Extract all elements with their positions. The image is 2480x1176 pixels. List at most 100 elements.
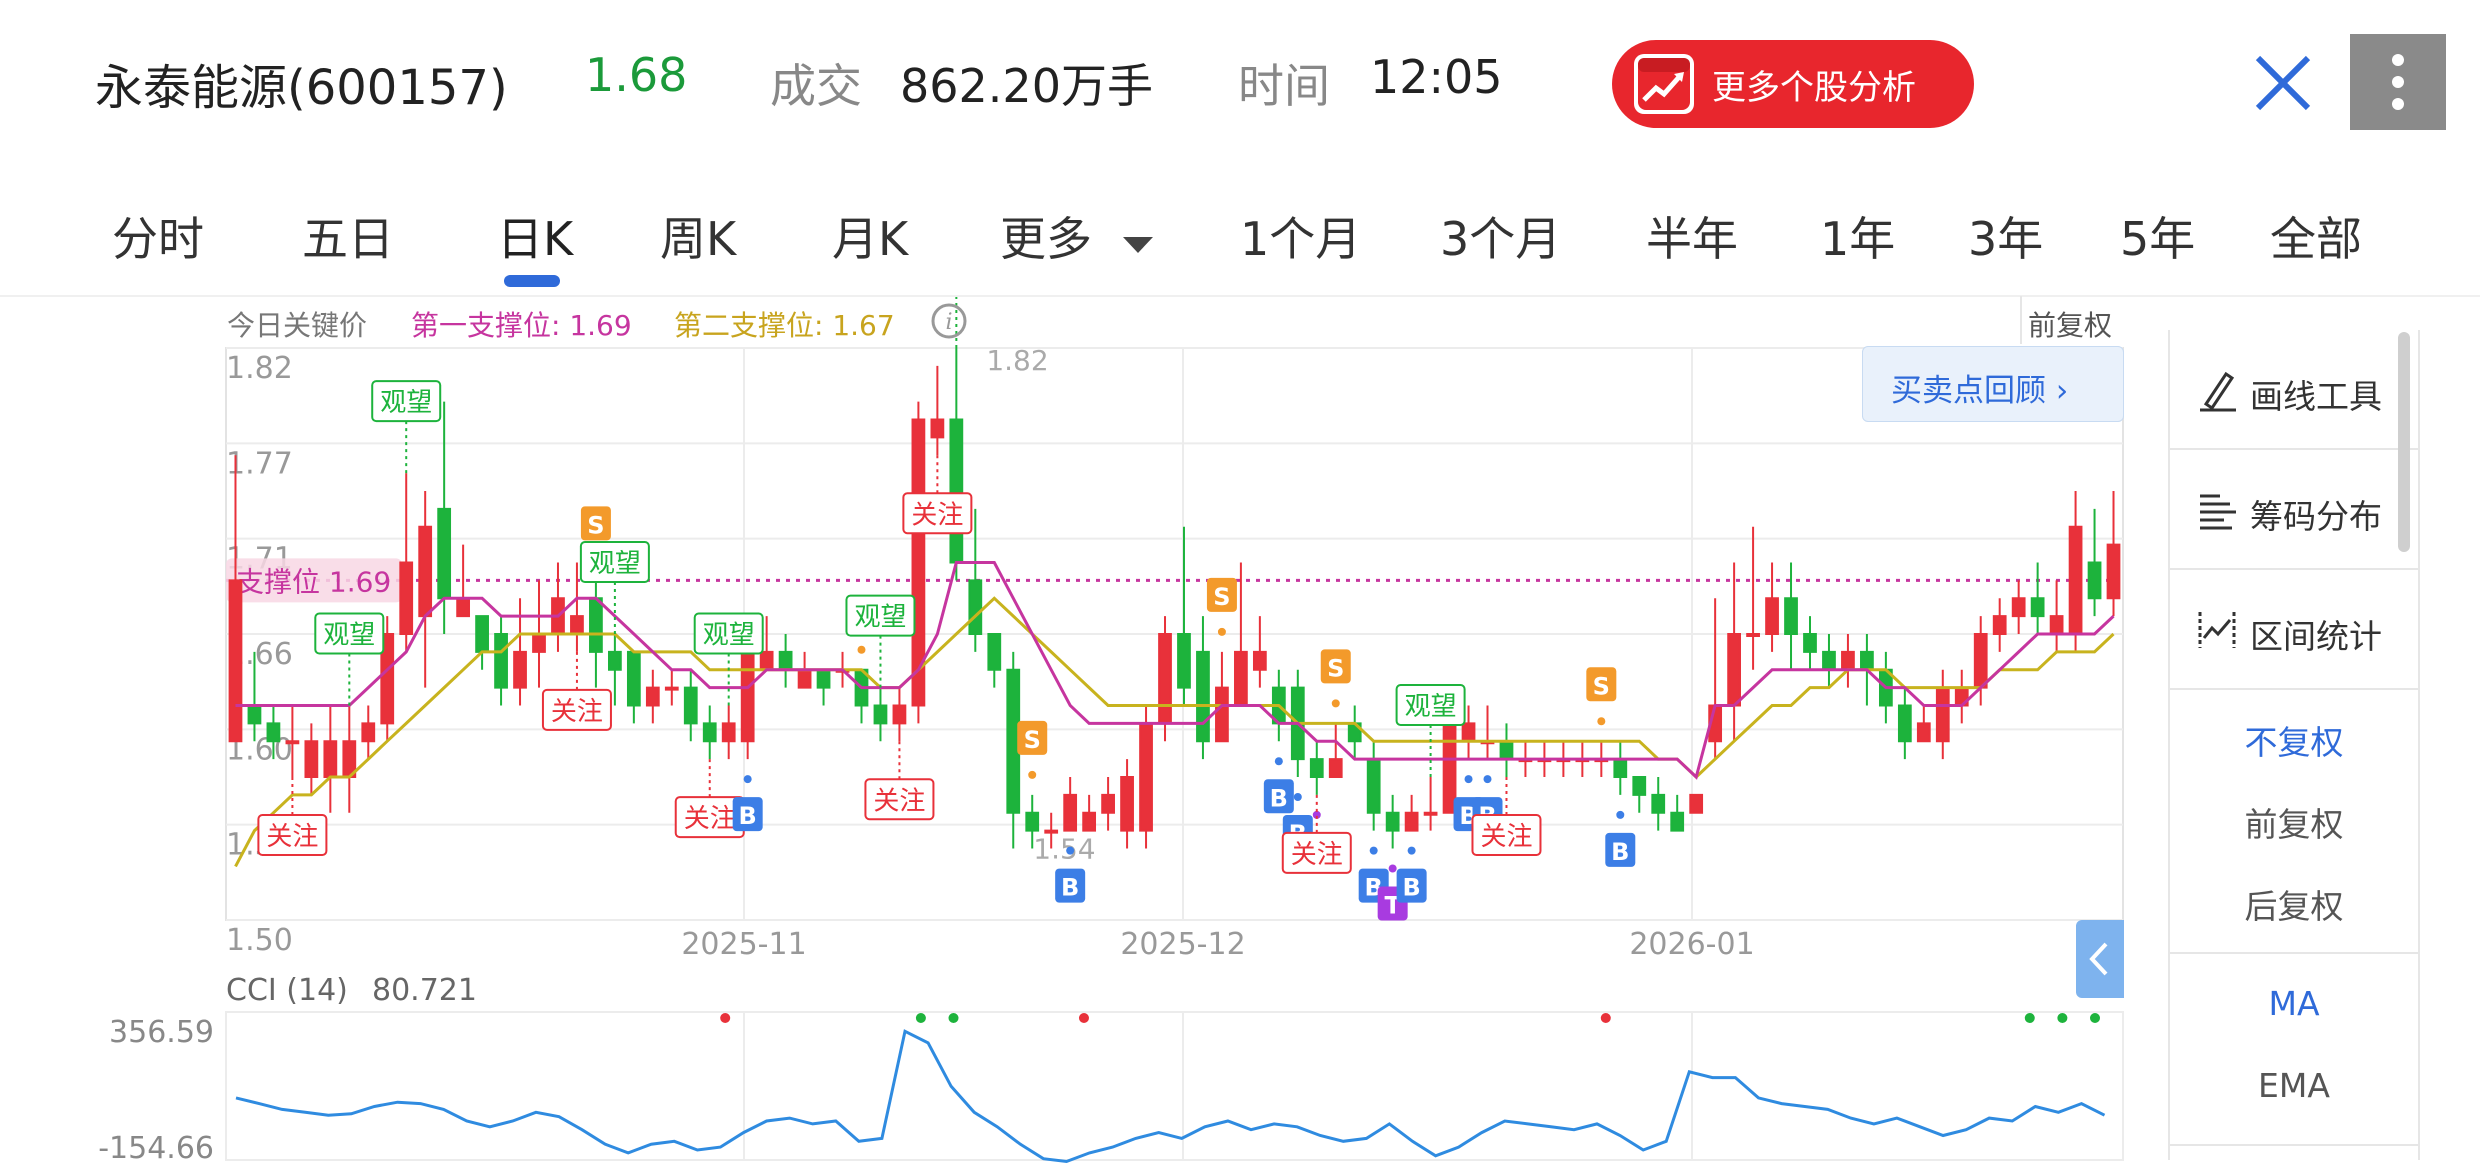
tab-monthly-k[interactable]: 月K — [832, 203, 908, 269]
candle-body — [1234, 650, 1248, 707]
signal-dot — [1597, 717, 1606, 726]
candle-body — [1916, 722, 1931, 743]
tab-five-day[interactable]: 五日 — [302, 203, 394, 269]
cci-label: CCI (14) — [226, 973, 348, 1008]
candle-body — [475, 615, 489, 653]
adjust-mode-label[interactable]: 前复权 — [2028, 304, 2112, 344]
signal-label: B — [1402, 874, 1420, 902]
candle-body — [664, 686, 679, 691]
signal-dot — [1407, 846, 1416, 855]
candle-body — [1139, 722, 1153, 832]
cci-signal-dot — [720, 1013, 731, 1023]
ma-indicator-option[interactable]: MA — [2170, 984, 2418, 1023]
ma-line-yellow — [234, 596, 2115, 868]
candle-body — [1196, 650, 1210, 743]
candle-body — [626, 650, 641, 707]
candle-body — [816, 668, 831, 689]
more-options-icon[interactable] — [2350, 34, 2446, 130]
focus-marker-label: 关注 — [873, 786, 925, 816]
candle-body — [1689, 793, 1704, 814]
cci-signal-dot — [2024, 1013, 2035, 1023]
tab-3-years[interactable]: 3年 — [1968, 203, 2043, 269]
current-price: 1.68 — [585, 48, 688, 102]
tab-5-years[interactable]: 5年 — [2120, 203, 2195, 269]
candle-body — [1063, 793, 1078, 832]
stock-name: 永泰能源(600157) — [95, 60, 508, 116]
forward-adjust-option[interactable]: 前复权 — [2170, 798, 2418, 846]
promo-label: 更多个股分析 — [1712, 68, 1916, 108]
chip-distribution-icon — [2200, 494, 2236, 530]
candle-body — [228, 579, 243, 743]
x-tick-label: 2025-12 — [1120, 927, 1245, 962]
volume-value: 862.20万手 — [900, 59, 1153, 113]
focus-marker-label: 关注 — [1480, 822, 1532, 852]
x-tick-label: 2026-01 — [1629, 927, 1754, 962]
tab-intraday[interactable]: 分时 — [112, 203, 204, 269]
candle-body — [1651, 793, 1666, 814]
candle-body — [1499, 740, 1514, 761]
candle-body — [532, 633, 546, 653]
cci-signal-dot — [948, 1013, 959, 1023]
tab-weekly-k[interactable]: 周K — [660, 203, 736, 269]
candle-body — [513, 650, 527, 689]
panel-scrollbar[interactable] — [2398, 332, 2410, 552]
buy-sell-review-button[interactable]: 买卖点回顾 › — [1862, 346, 2124, 422]
pen-icon — [2200, 371, 2236, 412]
tab-daily-k[interactable]: 日K — [497, 203, 573, 269]
panel-divider — [2170, 952, 2418, 954]
collapse-panel-button[interactable] — [2076, 920, 2124, 998]
candle-body — [1822, 650, 1836, 671]
candle-body — [494, 633, 508, 689]
kline-chart[interactable]: 1.821.771.711.661.601.551.502025-112025-… — [0, 297, 2160, 1176]
candle-body — [437, 507, 452, 600]
focus-marker-label: 关注 — [684, 804, 736, 834]
watch-marker-label: 观望 — [854, 603, 906, 633]
focus-marker-label: 关注 — [551, 697, 603, 727]
tab-1-year[interactable]: 1年 — [1820, 203, 1895, 269]
backward-adjust-option[interactable]: 后复权 — [2170, 880, 2418, 928]
chip-distribution-button[interactable]: 筹码分布 — [2170, 450, 2418, 570]
signal-dot — [1217, 627, 1226, 636]
ema-indicator-option[interactable]: EMA — [2170, 1066, 2418, 1105]
signal-dot — [1028, 770, 1037, 779]
tab-1-month[interactable]: 1个月 — [1240, 203, 1361, 269]
candle-body — [399, 561, 414, 635]
x-tick-label: 2025-11 — [681, 927, 806, 962]
signal-dot — [1369, 846, 1378, 855]
key-price-label: 今日关键价 — [227, 309, 368, 342]
candle-body — [702, 722, 717, 743]
close-icon[interactable] — [2252, 52, 2314, 114]
candle-body — [1727, 633, 1741, 707]
candle-body — [759, 650, 774, 671]
right-tool-panel: 画线工具 筹码分布 区间统计 不复权 前复权 后复权 MA EMA — [2168, 330, 2420, 1160]
candle-body — [892, 704, 907, 725]
tab-half-year[interactable]: 半年 — [1646, 203, 1738, 269]
candle-body — [1025, 811, 1040, 832]
info-icon[interactable]: i — [930, 302, 968, 340]
candle-body — [1177, 633, 1191, 689]
y-tick-label: 1.82 — [226, 351, 293, 386]
min-price-label: 1.54 — [1033, 833, 1095, 866]
tab-3-months[interactable]: 3个月 — [1440, 203, 1561, 269]
signal-dot — [1464, 775, 1473, 784]
no-adjust-option[interactable]: 不复权 — [2170, 716, 2418, 764]
svg-text:i: i — [945, 310, 952, 335]
watch-marker-label: 观望 — [703, 621, 755, 651]
tab-all[interactable]: 全部 — [2270, 203, 2362, 269]
candle-body — [968, 579, 983, 635]
candle-body — [1935, 686, 1950, 743]
signal-label: S — [587, 511, 604, 539]
tab-more[interactable]: 更多 — [1000, 203, 1155, 269]
interval-stats-button[interactable]: 区间统计 — [2170, 570, 2418, 690]
candle-body — [1860, 650, 1874, 671]
more-stock-analysis-button[interactable]: 更多个股分析 — [1612, 40, 1974, 128]
candle-body — [1309, 758, 1324, 778]
active-tab-indicator — [504, 275, 560, 287]
candle-body — [323, 740, 338, 778]
cci-signal-dot — [1078, 1013, 1089, 1023]
drawing-tool-button[interactable]: 画线工具 — [2170, 330, 2418, 450]
signal-dot — [743, 775, 752, 784]
chip-distribution-label: 筹码分布 — [2250, 497, 2382, 536]
signal-label: B — [1270, 784, 1288, 812]
candle-body — [1404, 811, 1419, 832]
